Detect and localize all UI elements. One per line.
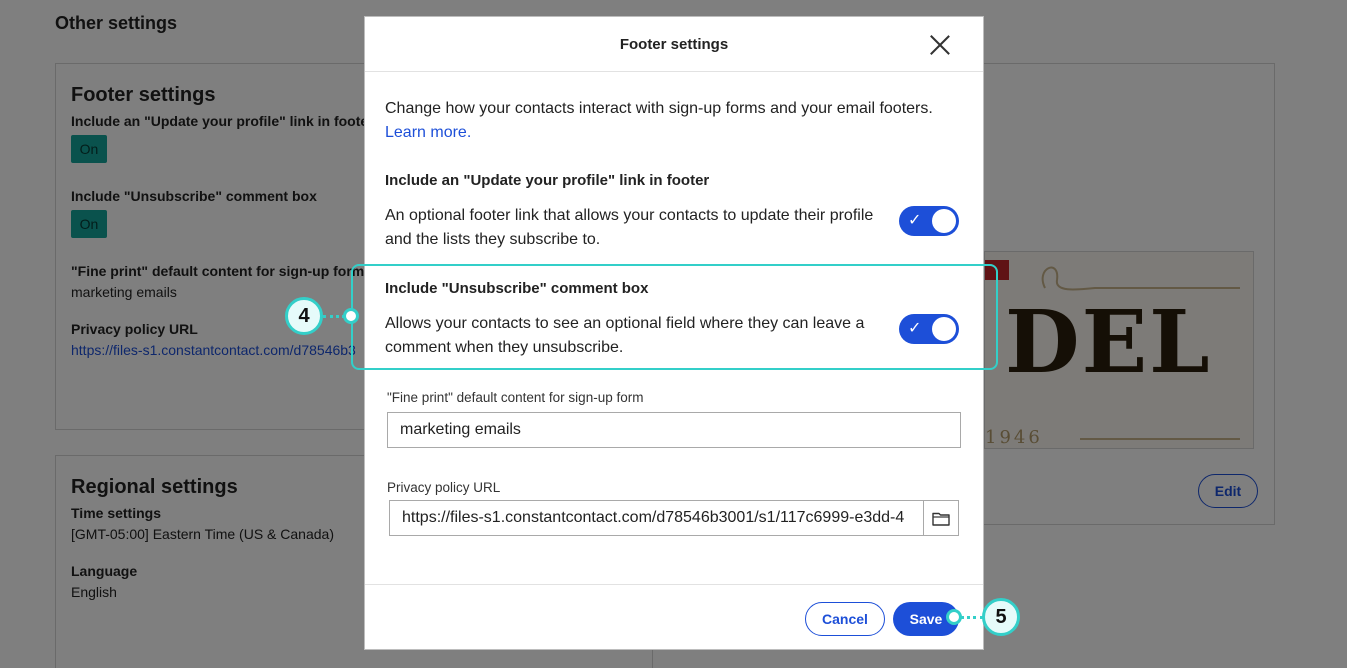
- folder-icon: [932, 512, 950, 526]
- callout-dot-4: [343, 308, 359, 324]
- browse-files-button[interactable]: [923, 501, 958, 535]
- fine-print-input[interactable]: [387, 412, 961, 448]
- callout-dot-5: [946, 609, 962, 625]
- check-icon: ✓: [908, 210, 922, 229]
- modal-intro: Change how your contacts interact with s…: [385, 97, 970, 145]
- modal-title: Footer settings: [619, 36, 729, 53]
- modal-footer: Cancel Save: [365, 584, 983, 650]
- callout-connector-5: [960, 616, 984, 619]
- privacy-url-input[interactable]: [390, 501, 924, 535]
- cancel-button[interactable]: Cancel: [805, 602, 885, 636]
- close-icon[interactable]: [929, 34, 951, 56]
- privacy-url-field: [389, 500, 959, 536]
- learn-more-link[interactable]: Learn more.: [385, 124, 471, 141]
- modal-header: Footer settings: [365, 17, 983, 72]
- profile-section-title: Include an "Update your profile" link in…: [385, 172, 710, 189]
- profile-section-description: An optional footer link that allows your…: [385, 207, 874, 248]
- fine-print-field-label: "Fine print" default content for sign-up…: [387, 390, 644, 405]
- toggle-knob: [932, 209, 956, 233]
- callout-badge-5: 5: [982, 598, 1020, 636]
- intro-text: Change how your contacts interact with s…: [385, 100, 933, 117]
- callout-highlight-unsubscribe: [351, 264, 998, 370]
- profile-link-toggle[interactable]: ✓: [899, 206, 959, 236]
- privacy-url-field-label: Privacy policy URL: [387, 480, 501, 495]
- callout-badge-4: 4: [285, 297, 323, 335]
- callout-connector-4: [323, 315, 345, 318]
